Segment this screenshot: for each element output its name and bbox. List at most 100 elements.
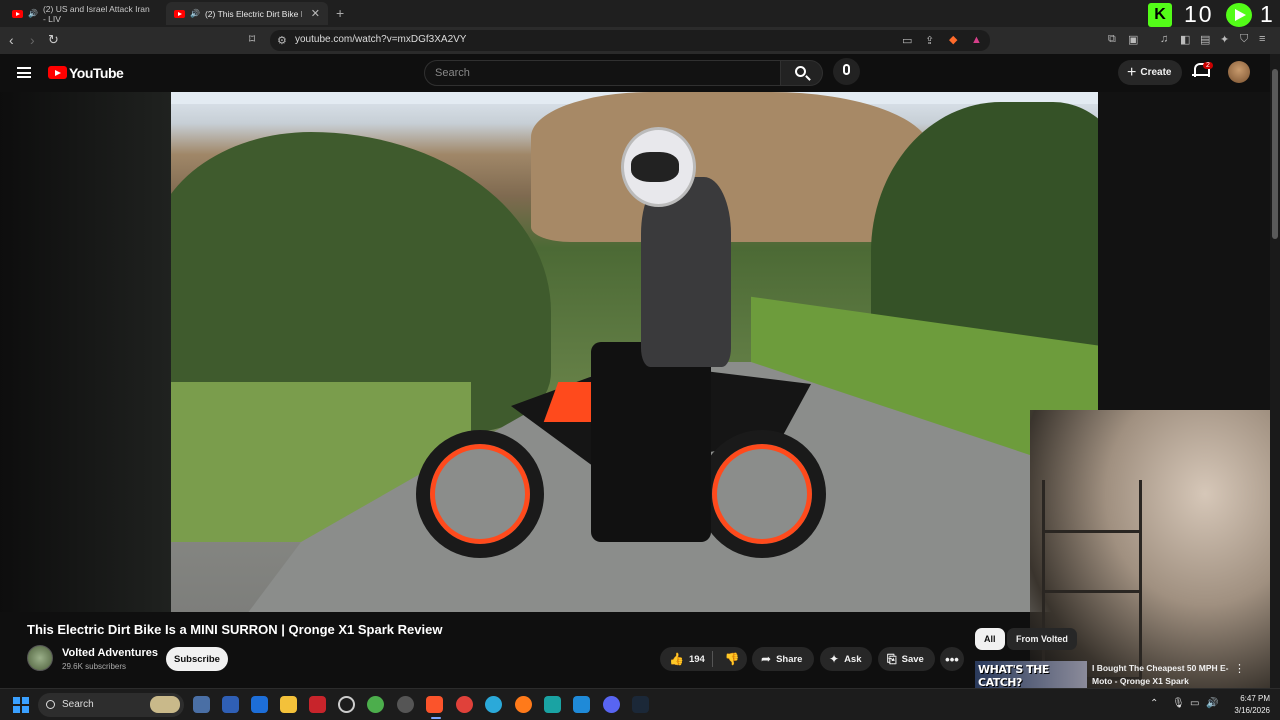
subscribe-button[interactable]: Subscribe: [166, 647, 228, 671]
recommended-title[interactable]: I Bought The Cheapest 50 MPH E-Moto - Qr…: [1092, 662, 1232, 688]
leo-ai-icon[interactable]: ✦: [1220, 33, 1229, 46]
windows-start-icon[interactable]: [13, 697, 29, 713]
taskbar-search-label: Search: [62, 699, 94, 710]
edge-icon[interactable]: [485, 696, 502, 713]
youtube-favicon-icon: [174, 9, 185, 18]
app-icon[interactable]: [367, 696, 384, 713]
cast-icon[interactable]: ▭: [902, 34, 912, 47]
youtube-favicon-icon: [12, 9, 23, 18]
video-rider-legs: [591, 342, 711, 542]
search-icon: [795, 66, 806, 77]
brave-shield-icon[interactable]: ◆: [949, 33, 957, 46]
extensions-icon[interactable]: ⧉: [1108, 33, 1116, 46]
microphone-tray-icon[interactable]: 🎙: [1172, 698, 1185, 709]
file-explorer-icon[interactable]: [280, 696, 297, 713]
address-bar[interactable]: ⚙ youtube.com/watch?v=mxDGf3XA2VY ▭ ⇪ ◆ …: [270, 30, 990, 51]
system-clock[interactable]: 6:47 PM 3/16/2026: [1222, 693, 1270, 717]
thumbs-up-icon: 👍: [669, 652, 684, 666]
app-icon[interactable]: [251, 696, 268, 713]
steam-icon[interactable]: [632, 696, 649, 713]
reload-icon[interactable]: ↻: [48, 32, 59, 48]
sparkle-icon: ✦: [829, 652, 840, 666]
ask-button[interactable]: ✦ Ask: [820, 647, 872, 671]
close-tab-icon[interactable]: ✕: [311, 7, 320, 20]
create-button[interactable]: + Create: [1118, 60, 1182, 85]
media-icon[interactable]: ♫: [1160, 33, 1168, 45]
clock-time: 6:47 PM: [1240, 694, 1270, 703]
sidebar-toggle-icon[interactable]: ◧: [1180, 33, 1190, 46]
app-icon[interactable]: [338, 696, 355, 713]
vpn-icon[interactable]: ⛉: [1240, 33, 1248, 46]
chip-all[interactable]: All: [975, 628, 1005, 650]
share-arrow-icon: ➦: [761, 652, 772, 666]
more-actions-button[interactable]: •••: [940, 647, 964, 671]
tab-title: (2) US and Israel Attack Iran - LIV: [42, 3, 150, 24]
browser-tab-strip: 🔊 (2) US and Israel Attack Iran - LIV 🔊 …: [0, 0, 1280, 27]
channel-avatar[interactable]: [27, 645, 53, 671]
search-icon: [46, 700, 55, 709]
app-icon[interactable]: [397, 696, 414, 713]
tab-title: (2) This Electric Dirt Bike Is a I: [204, 8, 302, 19]
dislike-button[interactable]: 👎: [717, 647, 747, 671]
like-count: 194: [688, 653, 705, 665]
kick-overlay-count: 10: [1184, 1, 1214, 27]
volume-icon[interactable]: 🔊: [1206, 698, 1218, 709]
bookmark-icon[interactable]: ⌑: [249, 32, 255, 46]
browser-tab-dirt-bike[interactable]: 🔊 (2) This Electric Dirt Bike Is a I ✕: [166, 2, 328, 25]
widgets-icon[interactable]: [193, 696, 210, 713]
share-page-icon[interactable]: ⇪: [925, 34, 934, 47]
account-avatar[interactable]: [1228, 61, 1250, 83]
search-placeholder: Search: [435, 67, 470, 79]
back-icon[interactable]: ‹: [9, 32, 14, 48]
bookmark-save-icon: ⎘: [887, 651, 897, 666]
discord-icon[interactable]: [603, 696, 620, 713]
recommended-more-icon[interactable]: ⋮: [1234, 662, 1245, 675]
forward-icon[interactable]: ›: [30, 32, 35, 48]
active-app-indicator: [431, 717, 441, 719]
menu-icon[interactable]: ≡: [1259, 33, 1265, 45]
page-scrollbar[interactable]: [1270, 54, 1280, 688]
speaker-icon: 🔊: [190, 9, 200, 18]
play-overlay-count: 1: [1260, 1, 1273, 27]
share-label: Share: [776, 653, 803, 665]
play-overlay-icon: [1226, 3, 1252, 27]
video-player[interactable]: [171, 92, 1098, 612]
app-icon[interactable]: [222, 696, 239, 713]
like-divider: [712, 651, 713, 667]
youtube-logo-text[interactable]: YouTube: [69, 65, 124, 81]
chrome-icon[interactable]: [456, 696, 473, 713]
search-highlight-icon[interactable]: [150, 696, 180, 713]
speaker-icon: 🔊: [28, 9, 38, 18]
thumbs-down-icon: 👎: [724, 652, 740, 666]
share-button[interactable]: ➦ Share: [752, 647, 814, 671]
video-rock-cliff: [531, 92, 931, 242]
network-icon[interactable]: ▭: [1190, 698, 1199, 709]
microphone-icon: [843, 64, 850, 75]
app-icon[interactable]: [309, 696, 326, 713]
browser-toolbar: ‹ › ↻ ⌑ ⚙ youtube.com/watch?v=mxDGf3XA2V…: [0, 27, 1280, 54]
browser-tab-iran[interactable]: 🔊 (2) US and Israel Attack Iran - LIV: [4, 2, 162, 25]
voice-search-button[interactable]: [833, 58, 860, 85]
clock-date: 3/16/2026: [1234, 706, 1270, 715]
save-button[interactable]: ⎘ Save: [878, 647, 935, 671]
hamburger-menu-icon[interactable]: [17, 67, 31, 78]
site-info-icon[interactable]: ⚙: [277, 34, 287, 47]
new-tab-button[interactable]: +: [336, 5, 344, 21]
chip-from-channel[interactable]: From Volted: [1007, 628, 1077, 650]
subscriber-count: 29.6K subscribers: [62, 662, 127, 671]
arduino-icon[interactable]: [544, 696, 561, 713]
tab-search-icon[interactable]: ▣: [1128, 33, 1138, 46]
search-button[interactable]: [781, 60, 823, 86]
recommended-thumbnail[interactable]: WHAT'S THE CATCH?: [975, 661, 1087, 688]
vscode-icon[interactable]: [573, 696, 590, 713]
search-input[interactable]: Search: [424, 60, 781, 86]
video-front-wheel: [416, 430, 544, 558]
brave-browser-icon[interactable]: [426, 696, 443, 713]
wallet-icon[interactable]: ▤: [1200, 33, 1210, 46]
scrollbar-thumb[interactable]: [1272, 69, 1278, 239]
tray-overflow-icon[interactable]: ⌃: [1150, 698, 1158, 709]
firefox-icon[interactable]: [515, 696, 532, 713]
channel-name[interactable]: Volted Adventures: [62, 647, 158, 659]
brave-rewards-icon[interactable]: ▲: [971, 34, 982, 46]
youtube-logo-icon[interactable]: [48, 66, 67, 79]
